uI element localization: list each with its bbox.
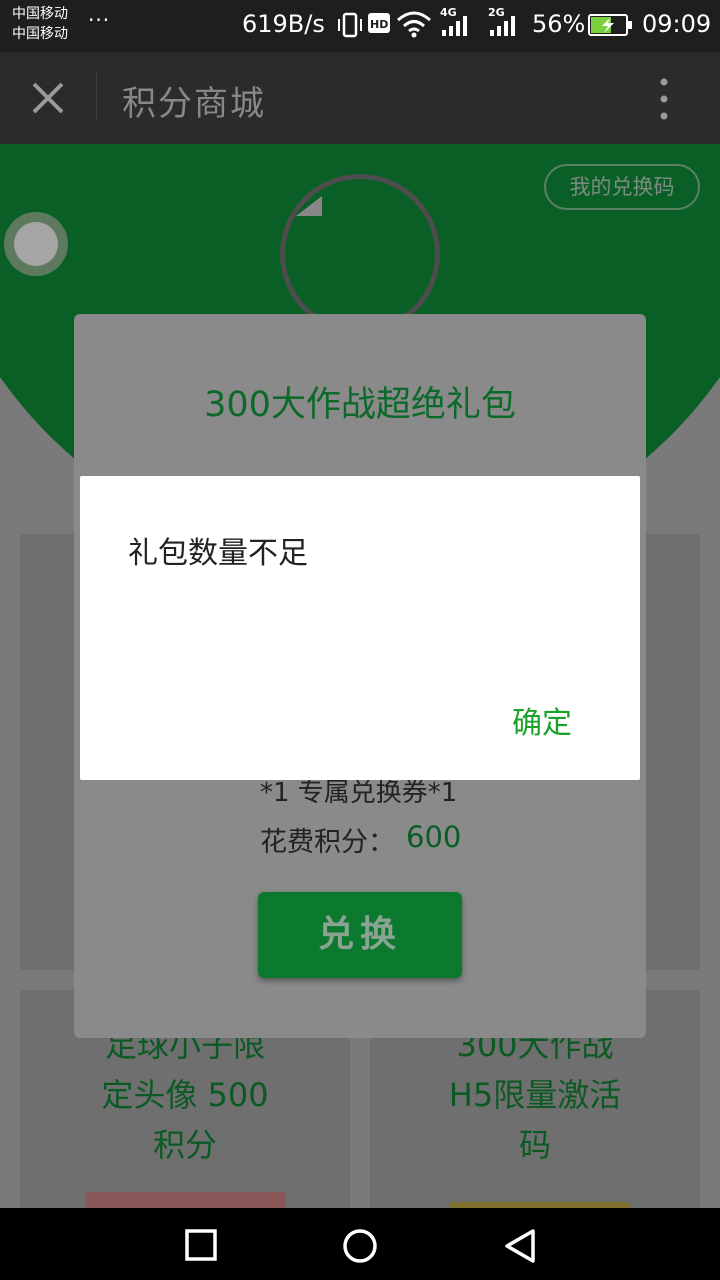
hd-icon: HD [368, 13, 390, 33]
floating-button-inner [14, 222, 58, 266]
alert-message: 礼包数量不足 [128, 536, 308, 571]
avatar-ring [280, 174, 440, 334]
clock: 09:09 [642, 10, 712, 38]
back-icon[interactable] [502, 1228, 538, 1264]
signal-2g-icon [490, 16, 515, 36]
home-icon[interactable] [342, 1228, 378, 1264]
product-card-1-line3: 积分 [152, 1126, 217, 1164]
popup-title: 300大作战超绝礼包 [204, 385, 516, 425]
carrier-2: 中国移动 [12, 26, 68, 42]
redeem-button[interactable]: 兑换 [258, 892, 462, 978]
title-bar: 积分商城 [0, 52, 720, 144]
signal-4g-icon [442, 16, 467, 36]
vibrate-icon [338, 12, 362, 38]
my-codes-button[interactable]: 我的兑换码 [544, 164, 700, 210]
product-card-2-line3: 码 [518, 1126, 551, 1164]
product-card-1-line2: 定头像 500 [101, 1076, 269, 1114]
alert-dialog: 礼包数量不足 确定 [80, 476, 640, 780]
svg-text:HD: HD [370, 18, 388, 31]
title-divider [96, 72, 97, 122]
more-options-icon[interactable] [654, 76, 674, 122]
battery-charging-icon [588, 14, 632, 36]
close-icon[interactable] [28, 78, 68, 118]
recent-apps-icon[interactable] [184, 1228, 218, 1262]
status-bar: 中国移动 中国移动 ··· 619B/s HD 4G 2G 56% 09:09 [0, 0, 720, 52]
navigation-bar [0, 1208, 720, 1280]
page-title: 积分商城 [122, 84, 266, 124]
popup-cost-value: 600 [406, 820, 462, 854]
wifi-icon [397, 11, 431, 38]
battery-percent: 56% [532, 10, 586, 38]
carrier-1: 中国移动 [12, 6, 68, 22]
product-card-1-image [86, 1192, 286, 1208]
carrier-labels: 中国移动 中国移动 [12, 4, 68, 44]
network-speed: 619B/s [242, 10, 325, 38]
floating-button[interactable] [4, 212, 68, 276]
popup-cost-label: 花费积分： [260, 827, 395, 858]
more-notifications-icon: ··· [88, 8, 111, 32]
alert-ok-button[interactable]: 确定 [512, 698, 572, 742]
product-card-2-line2: H5限量激活 [448, 1076, 622, 1114]
